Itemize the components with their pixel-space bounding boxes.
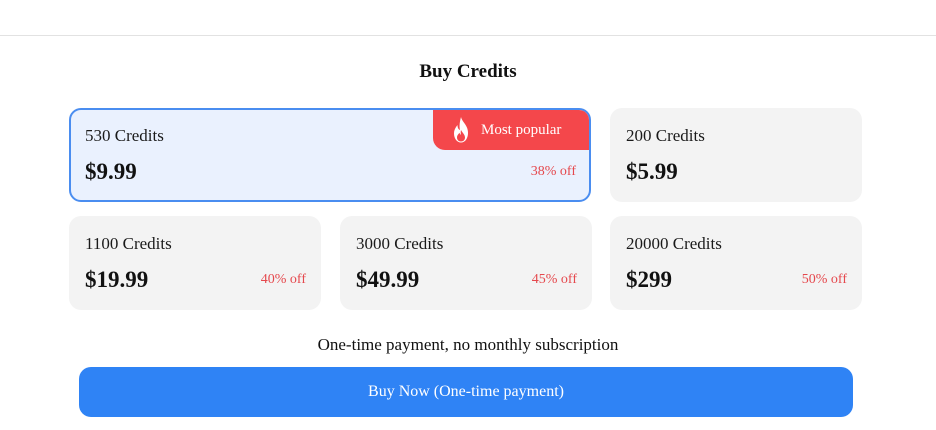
package-card-200[interactable]: 200 Credits $5.99 <box>610 108 862 202</box>
credits-amount: 200 Credits <box>626 126 705 145</box>
credits-amount: 20000 Credits <box>626 234 722 253</box>
package-card-530[interactable]: Most popular 530 Credits $9.99 38% off <box>69 108 591 202</box>
package-card-3000[interactable]: 3000 Credits $49.99 45% off <box>340 216 592 310</box>
page-title: Buy Credits <box>419 61 517 82</box>
credits-amount: 3000 Credits <box>356 234 444 253</box>
most-popular-badge: Most popular <box>433 110 589 150</box>
credits-amount: 530 Credits <box>85 126 164 145</box>
discount-label: 45% off <box>531 272 577 287</box>
most-popular-label: Most popular <box>481 121 562 138</box>
package-card-1100[interactable]: 1100 Credits $19.99 40% off <box>69 216 321 310</box>
fire-icon <box>449 116 473 144</box>
credits-amount: 1100 Credits <box>85 234 172 253</box>
price: $299 <box>626 267 672 292</box>
payment-note: One-time payment, no monthly subscriptio… <box>317 335 619 354</box>
price: $9.99 <box>85 159 137 184</box>
price: $5.99 <box>626 159 678 184</box>
top-divider <box>0 35 936 36</box>
discount-label: 40% off <box>260 272 306 287</box>
discount-label: 50% off <box>801 272 847 287</box>
discount-label: 38% off <box>530 164 576 179</box>
package-card-20000[interactable]: 20000 Credits $299 50% off <box>610 216 862 310</box>
price: $49.99 <box>356 267 420 292</box>
buy-now-button[interactable]: Buy Now (One-time payment) <box>79 367 853 417</box>
price: $19.99 <box>85 267 149 292</box>
